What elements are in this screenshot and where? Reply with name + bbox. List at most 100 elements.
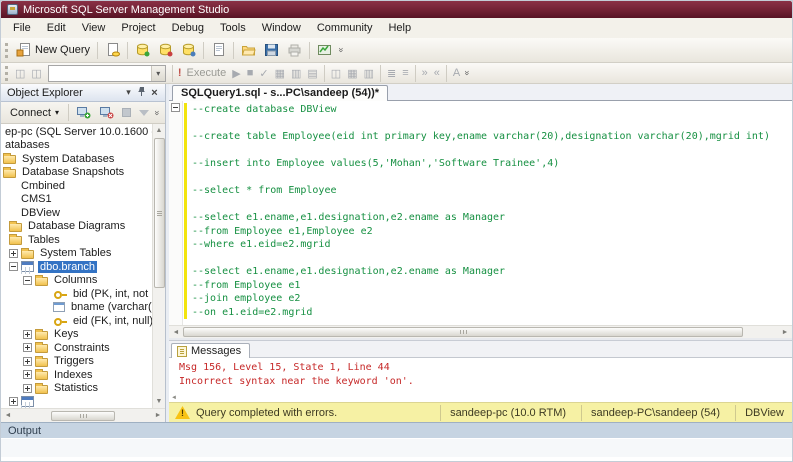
filter-icon[interactable] <box>139 109 149 116</box>
scroll-left-icon[interactable]: ◄ <box>169 329 183 336</box>
menu-item-file[interactable]: File <box>5 20 39 36</box>
execute-button[interactable]: Execute <box>183 67 229 79</box>
menu-item-edit[interactable]: Edit <box>39 20 74 36</box>
scrollbar-thumb[interactable] <box>183 327 743 337</box>
expander-plus-icon[interactable] <box>23 370 32 380</box>
specify-values-icon[interactable]: A <box>450 67 463 79</box>
sql-editor[interactable]: --create database DBView --create table … <box>169 101 792 325</box>
scroll-right-icon[interactable]: ► <box>151 412 165 419</box>
window-position-icon[interactable]: ▾ <box>122 87 135 98</box>
database-combo[interactable]: ▾ <box>47 64 166 82</box>
tree-item[interactable]: Tables <box>1 233 165 247</box>
expander-plus-icon[interactable] <box>23 329 32 339</box>
open-button[interactable] <box>237 41 260 59</box>
tree-item[interactable]: ep-pc (SQL Server 10.0.1600 - san <box>1 125 165 139</box>
tree-item[interactable]: Columns <box>1 274 165 288</box>
tree-item[interactable]: CMS1 <box>1 193 165 207</box>
menu-item-view[interactable]: View <box>74 20 114 36</box>
menu-item-window[interactable]: Window <box>254 20 309 36</box>
messages-horizontal-scrollbar[interactable]: ◄ <box>169 393 792 402</box>
analyze-button[interactable] <box>207 41 230 59</box>
messages-body[interactable]: Msg 156, Level 15, State 1, Line 44 Incor… <box>169 358 792 393</box>
debug-play-icon[interactable]: ▶ <box>229 67 243 80</box>
database-button-3[interactable] <box>177 41 200 59</box>
scrollbar-thumb[interactable] <box>153 138 165 288</box>
uncomment-icon[interactable]: ≡ <box>399 67 411 79</box>
scrollbar-thumb[interactable] <box>51 410 115 421</box>
connect-button[interactable]: Connect ▾ <box>4 104 65 122</box>
tree-item[interactable]: Keys <box>1 328 165 342</box>
collapse-minus-icon[interactable] <box>171 103 180 112</box>
expander-plus-icon[interactable] <box>9 248 18 258</box>
expander-plus-icon[interactable] <box>9 397 18 407</box>
expander-plus-icon[interactable] <box>23 383 32 393</box>
tree-item[interactable]: Statistics <box>1 382 165 396</box>
tree-item[interactable] <box>1 395 165 408</box>
tree-item[interactable]: Database Diagrams <box>1 220 165 234</box>
disconnect-server-button[interactable] <box>95 104 118 121</box>
results-text-icon[interactable]: ◫ <box>328 67 344 80</box>
expander-minus-icon[interactable] <box>23 275 32 285</box>
tree-item[interactable]: Triggers <box>1 355 165 369</box>
connect-query-icon[interactable]: ◫ <box>12 67 28 80</box>
query-options-icon[interactable]: ▦ <box>272 67 288 80</box>
intellisense-icon[interactable]: ▥ <box>288 67 304 80</box>
stop-icon[interactable]: ■ <box>244 67 257 79</box>
open-file-button[interactable] <box>101 41 124 59</box>
disconnect-query-icon[interactable]: ◫ <box>28 67 44 80</box>
tree-item[interactable]: dbo.branch <box>1 260 165 274</box>
pin-icon[interactable] <box>135 86 148 99</box>
oe-horizontal-scrollbar[interactable]: ◄ ► <box>1 408 165 422</box>
tree-item[interactable]: System Databases <box>1 152 165 166</box>
output-panel-header[interactable]: Output <box>1 422 792 438</box>
parse-check-icon[interactable]: ✓ <box>256 67 271 80</box>
tree-item[interactable]: eid (FK, int, null) <box>1 314 165 328</box>
title-bar[interactable]: Microsoft SQL Server Management Studio <box>1 1 792 18</box>
tree-item[interactable]: Cmbined <box>1 179 165 193</box>
save-button[interactable] <box>260 41 283 59</box>
comment-icon[interactable]: ≣ <box>384 67 399 80</box>
menu-item-community[interactable]: Community <box>309 20 381 36</box>
combo-dropdown-button[interactable]: ▾ <box>150 65 165 81</box>
outdent-icon[interactable]: « <box>431 67 443 79</box>
expander-minus-icon[interactable] <box>9 262 18 272</box>
database-button-2[interactable] <box>154 41 177 59</box>
toolbar-overflow-icon[interactable]: » <box>337 45 347 54</box>
object-explorer-tree[interactable]: ep-pc (SQL Server 10.0.1600 - san atabase… <box>1 124 165 408</box>
indent-icon[interactable]: » <box>419 67 431 79</box>
close-icon[interactable]: × <box>148 87 161 99</box>
tree-item[interactable]: System Tables <box>1 247 165 261</box>
new-query-button[interactable]: New Query <box>12 41 94 59</box>
expander-plus-icon[interactable] <box>23 343 32 353</box>
menu-item-debug[interactable]: Debug <box>164 20 212 36</box>
database-button-1[interactable] <box>131 41 154 59</box>
results-file-icon[interactable]: ▦ <box>344 67 360 80</box>
vertical-scrollbar[interactable]: ▲ ▼ <box>152 124 165 408</box>
results-grid-icon[interactable]: ▤ <box>304 67 320 80</box>
tree-item[interactable]: DBView <box>1 206 165 220</box>
tree-item[interactable]: bid (PK, int, not n <box>1 287 165 301</box>
scroll-up-icon[interactable]: ▲ <box>153 124 165 137</box>
scroll-down-icon[interactable]: ▼ <box>153 395 165 408</box>
menu-item-project[interactable]: Project <box>113 20 163 36</box>
expander-plus-icon[interactable] <box>23 356 32 366</box>
editor-tab[interactable]: SQLQuery1.sql - s...PC\sandeep (54))* <box>172 85 389 101</box>
output-panel-body[interactable] <box>1 438 792 457</box>
editor-horizontal-scrollbar[interactable]: ◄ ► <box>169 325 792 338</box>
estimated-plan-icon[interactable]: ▥ <box>361 67 377 80</box>
tree-item[interactable]: atabases <box>1 139 165 153</box>
menu-item-tools[interactable]: Tools <box>212 20 254 36</box>
scroll-left-icon[interactable]: ◄ <box>171 395 177 401</box>
toolbar-overflow-icon[interactable]: » <box>463 68 473 77</box>
scroll-right-icon[interactable]: ► <box>778 329 792 336</box>
menu-item-help[interactable]: Help <box>380 20 419 36</box>
toolbar-grip[interactable] <box>5 42 8 58</box>
tree-item[interactable]: Constraints <box>1 341 165 355</box>
toolbar-overflow-icon[interactable]: » <box>153 108 163 117</box>
toolbar-grip[interactable] <box>5 65 8 81</box>
print-button[interactable] <box>283 41 306 59</box>
tree-item[interactable]: bname (varchar(2 <box>1 301 165 315</box>
connect-server-button[interactable] <box>72 104 95 121</box>
tree-item[interactable]: Indexes <box>1 368 165 382</box>
messages-tab[interactable]: Messages <box>171 343 251 358</box>
